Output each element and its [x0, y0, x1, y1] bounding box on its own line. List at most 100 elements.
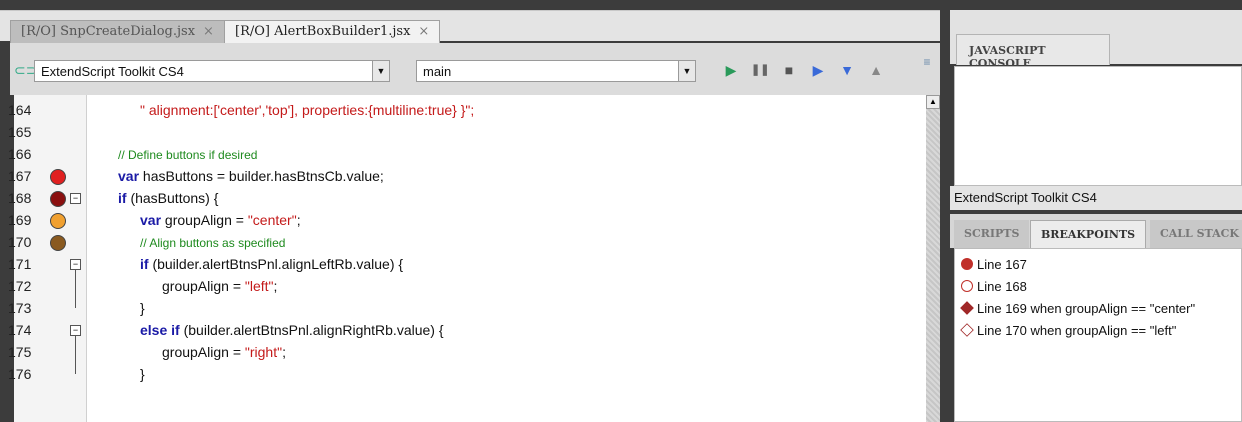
code-editor[interactable]: 164 165 166 167 168−169 170 171−172 173 174−175 1…: [8, 95, 940, 422]
run-icon[interactable]: ▶: [722, 61, 740, 79]
breakpoint-label: Line 168: [977, 279, 1027, 294]
code-line[interactable]: // Define buttons if desired: [118, 143, 257, 165]
string-token: " alignment:['center','top'], properties…: [140, 102, 475, 118]
code-line[interactable]: groupAlign = "right";: [162, 341, 286, 363]
debug-toolbar: ⊂⊃ ExtendScript Toolkit CS4 ▼ main ▼ ▶ ❚…: [10, 43, 940, 95]
breakpoint-marker-icon[interactable]: [50, 169, 66, 185]
line-number[interactable]: 166: [8, 143, 68, 165]
code-token: ;: [273, 278, 278, 294]
code-token: groupAlign =: [162, 278, 245, 294]
fold-toggle-icon[interactable]: −: [70, 259, 81, 270]
line-number[interactable]: 173: [8, 297, 68, 319]
chevron-down-icon[interactable]: ▼: [678, 61, 695, 81]
step-out-icon[interactable]: ▲: [867, 61, 885, 79]
stop-icon[interactable]: ■: [780, 61, 798, 79]
code-token: groupAlign =: [161, 212, 248, 228]
tab-label: [R/O] SnpCreateDialog.jsx: [21, 24, 196, 39]
breakpoint-list-item[interactable]: Line 170 when groupAlign == "left": [960, 321, 1177, 341]
comment-token: // Align buttons as specified: [140, 236, 286, 250]
keyword-token: var: [140, 212, 162, 228]
code-token: (builder.alertBtnsPnl.alignRightRb.value…: [179, 322, 444, 338]
fold-toggle-icon[interactable]: −: [70, 193, 81, 204]
code-token: (builder.alertBtnsPnl.alignLeftRb.value)…: [148, 256, 404, 272]
code-token: (hasButtons) {: [126, 190, 219, 206]
line-number[interactable]: 165: [8, 121, 68, 143]
step-into-icon[interactable]: ▼: [838, 61, 856, 79]
tab-snpcreatedialog[interactable]: [R/O] SnpCreateDialog.jsx ×: [10, 20, 225, 43]
code-token: hasButtons = builder.hasBtnsCb.value;: [139, 168, 384, 184]
fold-toggle-icon[interactable]: −: [70, 325, 81, 336]
keyword-token: var: [118, 168, 140, 184]
panel-menu-icon[interactable]: ≡: [918, 53, 936, 71]
code-line[interactable]: // Align buttons as specified: [140, 231, 285, 253]
code-line[interactable]: var hasButtons = builder.hasBtnsCb.value…: [118, 165, 384, 187]
vertical-scrollbar[interactable]: [926, 95, 940, 422]
code-line[interactable]: if (hasButtons) {: [118, 187, 218, 209]
fold-guide: [75, 270, 76, 308]
code-line[interactable]: if (builder.alertBtnsPnl.alignLeftRb.val…: [140, 253, 403, 275]
line-number[interactable]: 171: [8, 253, 68, 275]
code-line[interactable]: }: [140, 363, 145, 385]
code-line[interactable]: }: [140, 297, 145, 319]
tab-call-stack[interactable]: CALL STACK: [1150, 220, 1242, 248]
string-token: "center": [247, 212, 297, 228]
code-token: }: [140, 366, 145, 382]
step-over-icon[interactable]: ▶: [809, 61, 827, 79]
fold-guide: [75, 336, 76, 374]
scroll-up-icon[interactable]: ▲: [926, 95, 940, 109]
breakpoint-label: Line 167: [977, 257, 1027, 272]
line-number[interactable]: 164: [8, 99, 68, 121]
filled-circle-icon: [961, 258, 973, 270]
line-number[interactable]: 175: [8, 341, 68, 363]
line-number[interactable]: 176: [8, 363, 68, 385]
comment-token: // Define buttons if desired: [118, 148, 258, 162]
target-app-value: ExtendScript Toolkit CS4: [41, 64, 184, 79]
tab-label: [R/O] AlertBoxBuilder1.jsx: [235, 24, 411, 39]
close-icon[interactable]: ×: [203, 24, 214, 39]
code-token: }: [140, 300, 145, 316]
function-select[interactable]: main ▼: [416, 60, 696, 82]
breakpoint-label: Line 170 when groupAlign == "left": [977, 323, 1177, 338]
filled-diamond-icon: [960, 301, 974, 315]
hollow-diamond-icon: [960, 323, 974, 337]
breakpoint-marker-icon[interactable]: [50, 191, 66, 207]
code-token: ;: [282, 344, 286, 360]
right-panels: JAVASCRIPT CONSOLE ExtendScript Toolkit …: [940, 0, 1242, 422]
breakpoint-list-item[interactable]: Line 169 when groupAlign == "center": [960, 299, 1196, 319]
chevron-down-icon[interactable]: ▼: [372, 61, 389, 81]
string-token: "left": [244, 278, 274, 294]
tab-breakpoints[interactable]: BREAKPOINTS: [1030, 220, 1147, 249]
code-token: groupAlign =: [162, 344, 245, 360]
breakpoint-label: Line 169 when groupAlign == "center": [977, 301, 1196, 316]
line-number[interactable]: 174: [8, 319, 68, 341]
console-target-label: ExtendScript Toolkit CS4: [950, 186, 1242, 210]
string-token: "right": [244, 344, 283, 360]
editor-pane: [R/O] SnpCreateDialog.jsx × [R/O] AlertBo…: [0, 0, 940, 422]
keyword-token: if: [118, 190, 127, 206]
code-line[interactable]: " alignment:['center','top'], properties…: [140, 99, 474, 121]
line-gutter[interactable]: 164 165 166 167 168−169 170 171−172 173 174−175 1…: [8, 95, 87, 422]
keyword-token: if: [140, 256, 149, 272]
breakpoint-list-item[interactable]: Line 168: [961, 277, 1027, 297]
pause-icon[interactable]: ❚❚: [751, 61, 769, 79]
code-token: ;: [296, 212, 301, 228]
tab-alertboxbuilder1[interactable]: [R/O] AlertBoxBuilder1.jsx ×: [224, 20, 441, 43]
breakpoint-marker-icon[interactable]: [50, 235, 66, 251]
tab-javascript-console[interactable]: JAVASCRIPT CONSOLE: [956, 34, 1110, 70]
line-number[interactable]: 172: [8, 275, 68, 297]
target-app-select[interactable]: ExtendScript Toolkit CS4 ▼: [34, 60, 390, 82]
close-icon[interactable]: ×: [418, 24, 429, 39]
breakpoint-list: Line 167 Line 168 Line 169 when groupAlign…: [954, 248, 1242, 422]
breakpoint-list-item[interactable]: Line 167: [961, 255, 1027, 275]
code-line[interactable]: groupAlign = "left";: [162, 275, 277, 297]
debug-tab-bar: SCRIPTS BREAKPOINTS CALL STACK: [950, 214, 1242, 249]
keyword-token: else if: [140, 322, 180, 338]
hollow-circle-icon: [961, 280, 973, 292]
breakpoint-marker-icon[interactable]: [50, 213, 66, 229]
link-icon[interactable]: ⊂⊃: [14, 63, 37, 77]
function-value: main: [423, 64, 452, 79]
code-line[interactable]: var groupAlign = "center";: [140, 209, 301, 231]
code-line[interactable]: else if (builder.alertBtnsPnl.alignRight…: [140, 319, 444, 341]
console-output[interactable]: [954, 66, 1242, 186]
tab-scripts[interactable]: SCRIPTS: [954, 220, 1030, 248]
